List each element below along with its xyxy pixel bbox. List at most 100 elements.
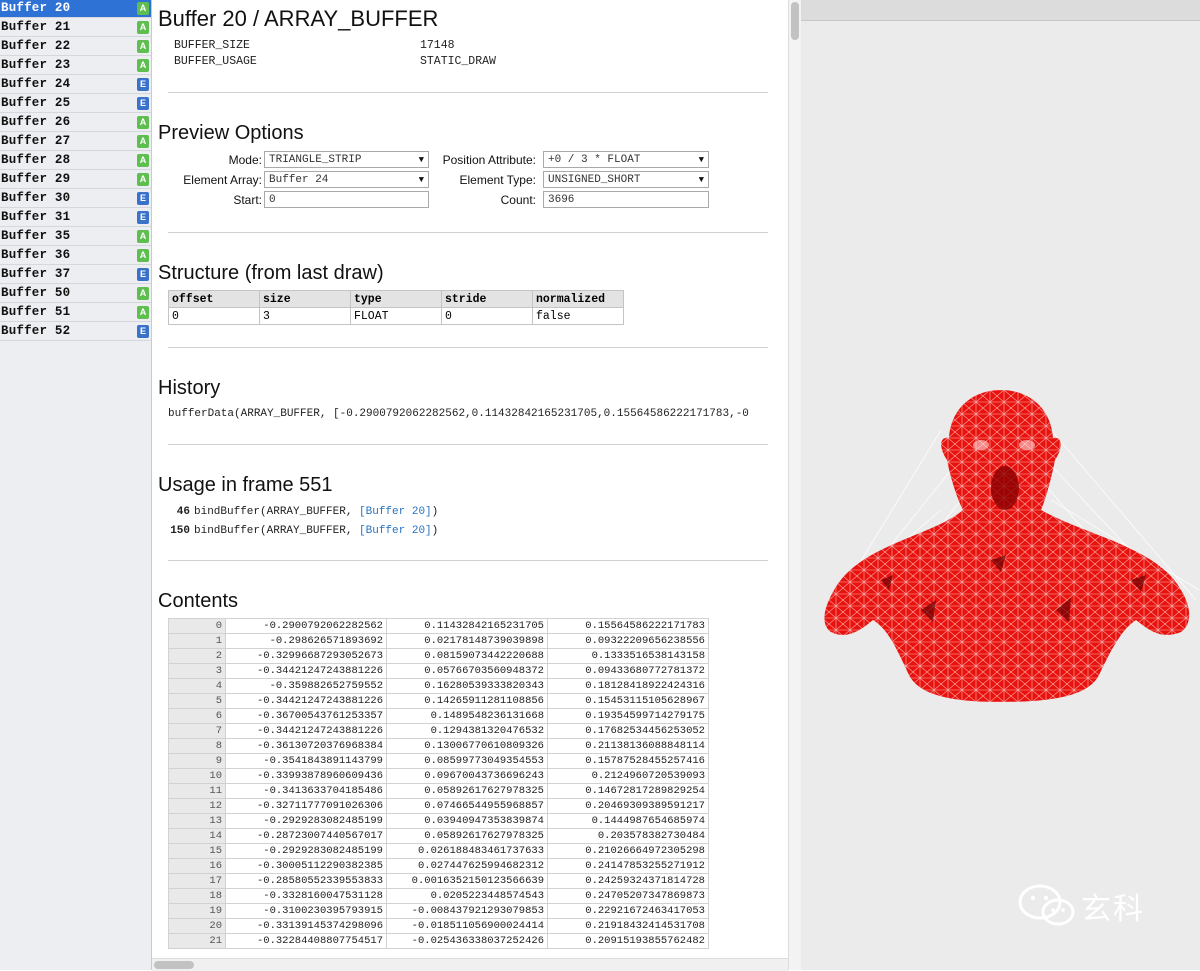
element-buffer-badge: E: [137, 78, 149, 91]
value-cell: 0.08599773049354553: [386, 753, 548, 769]
sidebar-item-buffer-26[interactable]: Buffer 26 A: [0, 114, 151, 132]
structure-cell-offset: 0: [168, 307, 260, 325]
row-index: 11: [168, 783, 226, 799]
table-row: 5 -0.34421247243881226 0.14265911281108856…: [168, 693, 709, 709]
sidebar-item-buffer-37[interactable]: Buffer 37 E: [0, 266, 151, 284]
start-label: Start:: [233, 193, 262, 207]
table-row: 12 -0.32711777091026306 0.0746654495596885…: [168, 798, 709, 814]
value-cell: 0.19354599714279175: [547, 708, 709, 724]
value-cell: -0.32284408807754517: [225, 933, 387, 949]
sidebar-item-buffer-27[interactable]: Buffer 27 A: [0, 133, 151, 151]
sidebar-item-buffer-52[interactable]: Buffer 52 E: [0, 323, 151, 341]
start-input[interactable]: 0: [264, 191, 429, 208]
history-call: bufferData(ARRAY_BUFFER, [-0.29007920622…: [168, 408, 749, 420]
scrollbar-thumb[interactable]: [154, 961, 194, 969]
table-row: 16 -0.30005112290382385 0.0274476259946823…: [168, 858, 709, 874]
row-index: 13: [168, 813, 226, 829]
value-cell: -0.3541843891143799: [225, 753, 387, 769]
buffer-usage-key: BUFFER_USAGE: [174, 55, 257, 68]
structure-cell-stride: 0: [441, 307, 533, 325]
position-attribute-select[interactable]: +0 / 3 * FLOAT ▼: [543, 151, 709, 168]
sidebar-item-label: Buffer 25: [1, 96, 71, 110]
sidebar-item-buffer-36[interactable]: Buffer 36 A: [0, 247, 151, 265]
scrollbar-thumb[interactable]: [791, 2, 799, 40]
mode-select[interactable]: TRIANGLE_STRIP ▼: [264, 151, 429, 168]
row-index: 19: [168, 903, 226, 919]
row-index: 17: [168, 873, 226, 889]
sidebar-item-buffer-24[interactable]: Buffer 24 E: [0, 76, 151, 94]
sidebar-item-label: Buffer 30: [1, 191, 71, 205]
element-array-label: Element Array:: [183, 173, 262, 187]
sidebar-item-buffer-29[interactable]: Buffer 29 A: [0, 171, 151, 189]
value-cell: 0.21138136088848114: [547, 738, 709, 754]
divider: [168, 232, 768, 233]
value-cell: 0.1333516538143158: [547, 648, 709, 664]
call-number: 150: [170, 525, 190, 537]
table-row: 15 -0.2929283082485199 0.02618848346173763…: [168, 843, 709, 859]
array-buffer-badge: A: [137, 287, 149, 300]
value-cell: -0.36700543761253357: [225, 708, 387, 724]
value-cell: -0.28580552339553833: [225, 873, 387, 889]
sidebar-item-label: Buffer 23: [1, 58, 71, 72]
count-input[interactable]: 3696: [543, 191, 709, 208]
value-cell: 0.16280539333820343: [386, 678, 548, 694]
page-title: Buffer 20 / ARRAY_BUFFER: [158, 6, 439, 31]
value-cell: 0.15787528455257416: [547, 753, 709, 769]
value-cell: 0.02178148739039898: [386, 633, 548, 649]
position-attribute-label: Position Attribute:: [442, 153, 536, 167]
element-array-select[interactable]: Buffer 24 ▼: [264, 171, 429, 188]
value-cell: 0.14265911281108856: [386, 693, 548, 709]
table-row: 18 -0.3328160047531128 0.0205223448574543 0…: [168, 888, 709, 904]
sidebar-item-buffer-25[interactable]: Buffer 25 E: [0, 95, 151, 113]
buffer-link[interactable]: [Buffer 20]: [359, 525, 432, 537]
sidebar-item-label: Buffer 35: [1, 229, 71, 243]
sidebar-item-buffer-22[interactable]: Buffer 22 A: [0, 38, 151, 56]
call-tail: ): [431, 506, 439, 518]
mesh-preview-canvas[interactable]: 玄科: [801, 0, 1200, 970]
value-cell: 0.05892617627978325: [386, 783, 548, 799]
buffer-size-key: BUFFER_SIZE: [174, 39, 250, 52]
row-index: 7: [168, 723, 226, 739]
array-buffer-badge: A: [137, 306, 149, 319]
element-type-select[interactable]: UNSIGNED_SHORT ▼: [543, 171, 709, 188]
sidebar-item-buffer-30[interactable]: Buffer 30 E: [0, 190, 151, 208]
sidebar-item-buffer-20[interactable]: Buffer 20 A: [0, 0, 151, 18]
sidebar-item-buffer-21[interactable]: Buffer 21 A: [0, 19, 151, 37]
sidebar-item-label: Buffer 24: [1, 77, 71, 91]
contents-table: 0 -0.2900792062282562 0.11432842165231705 0…: [168, 618, 709, 949]
usage-call-row: 46 bindBuffer(ARRAY_BUFFER, [Buffer 20]): [168, 506, 438, 518]
sidebar-item-buffer-50[interactable]: Buffer 50 A: [0, 285, 151, 303]
column-header-size: size: [259, 290, 351, 308]
element-buffer-badge: E: [137, 211, 149, 224]
sidebar-item-buffer-23[interactable]: Buffer 23 A: [0, 57, 151, 75]
row-index: 16: [168, 858, 226, 874]
horizontal-scrollbar[interactable]: [152, 958, 788, 971]
mesh-preview-svg: [824, 390, 1200, 702]
array-buffer-badge: A: [137, 154, 149, 167]
buffer-link[interactable]: [Buffer 20]: [359, 506, 432, 518]
usage-call-row: 150 bindBuffer(ARRAY_BUFFER, [Buffer 20]): [168, 525, 438, 537]
value-cell: 0.05892617627978325: [386, 828, 548, 844]
sidebar-item-buffer-35[interactable]: Buffer 35 A: [0, 228, 151, 246]
value-cell: 0.21918432414531708: [547, 918, 709, 934]
value-cell: 0.203578382730484: [547, 828, 709, 844]
value-cell: 0.08159073442220688: [386, 648, 548, 664]
sidebar-item-label: Buffer 36: [1, 248, 71, 262]
value-cell: -0.2900792062282562: [225, 618, 387, 634]
array-buffer-badge: A: [137, 2, 149, 15]
chevron-down-icon: ▼: [698, 155, 704, 165]
column-header-offset: offset: [168, 290, 260, 308]
vertical-scrollbar[interactable]: [788, 0, 802, 970]
sidebar-item-buffer-31[interactable]: Buffer 31 E: [0, 209, 151, 227]
sidebar-item-label: Buffer 21: [1, 20, 71, 34]
value-cell: 0.22921672463417053: [547, 903, 709, 919]
sidebar-item-buffer-51[interactable]: Buffer 51 A: [0, 304, 151, 322]
value-cell: -0.33993878960609436: [225, 768, 387, 784]
call-text: bindBuffer(ARRAY_BUFFER,: [194, 525, 360, 537]
column-header-stride: stride: [441, 290, 533, 308]
divider: [168, 347, 768, 348]
element-type-label: Element Type:: [459, 173, 537, 187]
sidebar-item-buffer-28[interactable]: Buffer 28 A: [0, 152, 151, 170]
value-cell: -0.34421247243881226: [225, 663, 387, 679]
call-text: bindBuffer(ARRAY_BUFFER,: [194, 506, 360, 518]
